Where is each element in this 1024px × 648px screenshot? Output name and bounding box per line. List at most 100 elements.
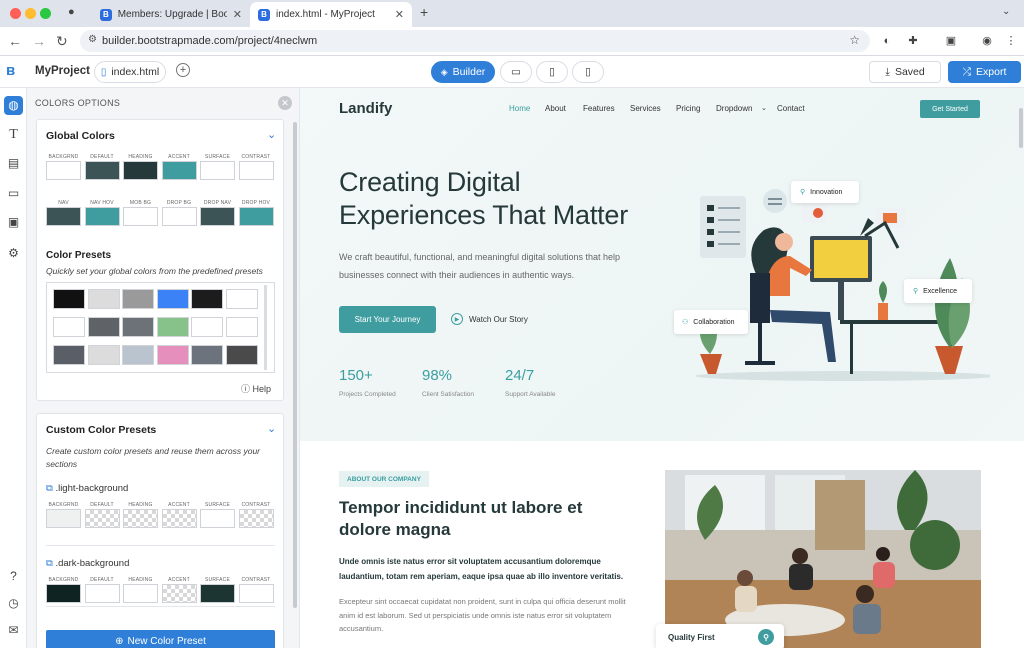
profile-icon[interactable]: ◉ <box>980 34 994 48</box>
color-swatch-accent[interactable] <box>161 584 197 603</box>
color-swatch-accent[interactable] <box>161 161 197 180</box>
back-icon[interactable]: ← <box>8 33 22 49</box>
tab-index-html[interactable]: B index.html - MyProject ✕ <box>250 2 412 27</box>
nav-item-features[interactable]: Features <box>583 104 615 113</box>
settings-gear-icon[interactable]: ⚙ <box>4 244 23 263</box>
reload-icon[interactable]: ↻ <box>56 33 68 50</box>
chevron-down-icon[interactable]: ⌄ <box>1002 6 1010 17</box>
watch-story-button[interactable]: ▶ Watch Our Story <box>451 313 528 325</box>
close-panel-icon[interactable]: ✕ <box>278 96 292 110</box>
preset-swatch[interactable] <box>156 345 189 365</box>
preset-scrollbar[interactable] <box>264 285 267 370</box>
color-swatch-drop-hov[interactable] <box>238 207 274 226</box>
site-info-icon[interactable]: ⚙ <box>88 34 97 45</box>
preset-swatch[interactable] <box>225 289 258 309</box>
color-swatch-backgrnd[interactable] <box>46 584 81 603</box>
color-swatch-heading[interactable] <box>123 584 158 603</box>
color-swatch-accent[interactable] <box>161 509 197 528</box>
preset-swatch[interactable] <box>122 289 154 309</box>
color-swatch-nav-hov[interactable] <box>84 207 120 226</box>
preset-swatch[interactable] <box>225 317 258 337</box>
preset-dark-background[interactable]: ⧉ .dark-background <box>46 558 129 569</box>
color-swatch-backgrnd[interactable] <box>46 509 81 528</box>
file-tab-index[interactable]: ▯ index.html <box>94 61 166 83</box>
nav-item-pricing[interactable]: Pricing <box>676 104 700 113</box>
close-tab-icon[interactable]: ✕ <box>233 8 242 21</box>
nav-item-dropdown[interactable]: Dropdown <box>716 104 752 113</box>
chevron-down-icon[interactable]: ⌄ <box>761 104 767 112</box>
preset-swatch[interactable] <box>53 289 85 309</box>
add-page-icon[interactable]: + <box>176 63 190 77</box>
mobile-view-button[interactable]: ▯ <box>572 61 604 83</box>
typography-icon[interactable]: T <box>4 125 23 144</box>
bookmark-star-icon[interactable]: ☆ <box>849 33 860 47</box>
export-button[interactable]: ⤮ Export <box>948 61 1021 83</box>
site-logo[interactable]: Landify <box>339 100 392 117</box>
preset-swatch[interactable] <box>87 345 120 365</box>
color-swatch-drop-nav[interactable] <box>200 207 235 226</box>
header-layout-icon[interactable]: ▭ <box>4 184 23 203</box>
preset-swatch[interactable] <box>225 345 258 365</box>
color-swatch-default[interactable] <box>84 584 120 603</box>
preset-light-background[interactable]: ⧉ .light-background <box>46 483 128 494</box>
color-swatch-drop-bg[interactable] <box>161 207 197 226</box>
nav-item-home[interactable]: Home <box>509 104 530 113</box>
new-tab-icon[interactable]: + <box>420 4 428 20</box>
color-swatch-heading[interactable] <box>123 509 158 528</box>
preset-swatch[interactable] <box>53 345 85 365</box>
close-window-icon[interactable] <box>10 8 21 19</box>
chevron-down-icon[interactable]: ⌄ <box>267 128 276 141</box>
preset-swatch[interactable] <box>191 317 223 337</box>
preset-swatch[interactable] <box>87 317 120 337</box>
color-swatch-backgrnd[interactable] <box>46 161 81 180</box>
github-icon[interactable]: ● <box>68 6 75 18</box>
close-tab-icon[interactable]: ✕ <box>395 8 404 21</box>
tab-members-upgrade[interactable]: B Members: Upgrade | Bootstra ✕ <box>92 2 250 27</box>
nav-item-about[interactable]: About <box>545 104 566 113</box>
history-clock-icon[interactable]: ◷ <box>4 594 23 613</box>
help-circle-icon[interactable]: ? <box>4 567 23 586</box>
preview-scrollbar[interactable] <box>1019 108 1023 148</box>
extension-glasses-icon[interactable]: ◐ <box>880 34 894 48</box>
desktop-view-button[interactable]: ▭ <box>500 61 532 83</box>
project-name[interactable]: MyProject <box>35 65 90 77</box>
color-swatch-surface[interactable] <box>200 584 235 603</box>
browser-menu-icon[interactable]: ⋮ <box>1004 34 1018 48</box>
help-link[interactable]: ⓘ Help <box>241 382 271 395</box>
color-swatch-contrast[interactable] <box>238 584 274 603</box>
mail-icon[interactable]: ✉ <box>4 621 23 640</box>
preset-swatch[interactable] <box>191 345 223 365</box>
start-journey-button[interactable]: Start Your Journey <box>339 306 436 333</box>
color-swatch-mob-bg[interactable] <box>123 207 158 226</box>
nav-item-contact[interactable]: Contact <box>777 104 805 113</box>
forward-icon[interactable]: → <box>32 33 46 49</box>
saved-button[interactable]: ⤓ Saved <box>869 61 941 83</box>
nav-item-services[interactable]: Services <box>630 104 661 113</box>
color-swatch-default[interactable] <box>84 161 120 180</box>
color-swatch-nav[interactable] <box>46 207 81 226</box>
color-swatch-surface[interactable] <box>200 509 235 528</box>
color-swatch-surface[interactable] <box>200 161 235 180</box>
preset-swatch[interactable] <box>156 317 189 337</box>
tablet-view-button[interactable]: ▯ <box>536 61 568 83</box>
new-color-preset-button[interactable]: ⊕ New Color Preset <box>46 630 275 648</box>
chevron-down-icon[interactable]: ⌄ <box>267 422 276 435</box>
get-started-button[interactable]: Get Started <box>920 100 980 118</box>
preset-swatch[interactable] <box>53 317 85 337</box>
preset-swatch[interactable] <box>87 289 120 309</box>
preset-swatch[interactable] <box>122 345 154 365</box>
minimize-window-icon[interactable] <box>25 8 36 19</box>
palette-icon[interactable]: ◍ <box>4 96 23 115</box>
preset-swatch[interactable] <box>122 317 154 337</box>
extensions-puzzle-icon[interactable]: ✚ <box>906 34 920 48</box>
maximize-window-icon[interactable] <box>40 8 51 19</box>
color-swatch-contrast[interactable] <box>238 161 274 180</box>
screenshot-icon[interactable]: ▣ <box>944 34 958 48</box>
page-icon[interactable]: ▤ <box>4 154 23 173</box>
color-swatch-contrast[interactable] <box>238 509 274 528</box>
color-swatch-default[interactable] <box>84 509 120 528</box>
builder-button[interactable]: ◈ Builder <box>431 61 495 83</box>
preset-swatch[interactable] <box>156 289 189 309</box>
url-field[interactable]: ⚙ builder.bootstrapmade.com/project/4nec… <box>80 30 870 52</box>
panel-scrollbar[interactable] <box>293 122 297 608</box>
